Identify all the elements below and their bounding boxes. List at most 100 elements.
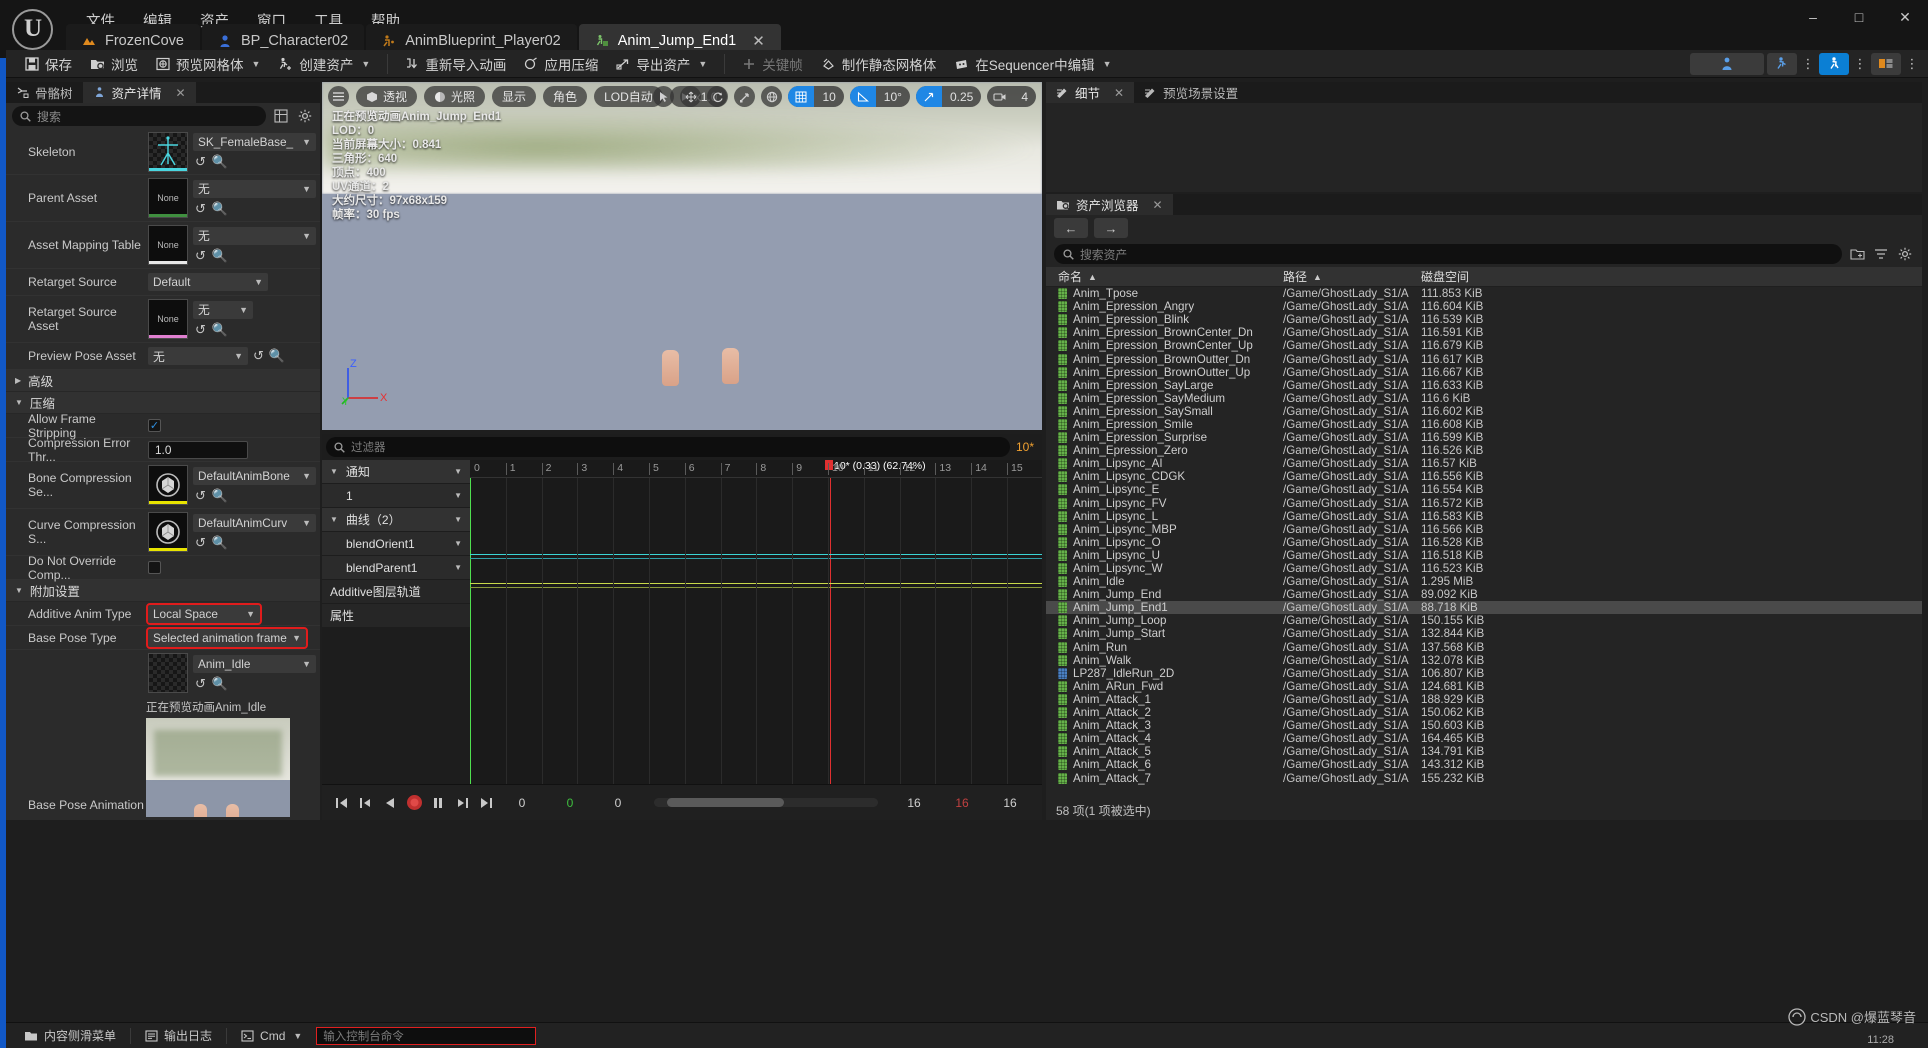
table-row[interactable]: Anim_Attack_7/Game/GhostLady_S1/A 155.232… [1046, 771, 1922, 785]
table-row[interactable]: Anim_Attack_3/Game/GhostLady_S1/A 150.603… [1046, 719, 1922, 732]
close-icon[interactable]: ✕ [176, 86, 186, 100]
animation-viewport[interactable]: 透视 光照 显示 角色 LOD自动 x1.0 10 10° 0.25 4 正在预… [322, 82, 1042, 430]
maximize-button[interactable]: □ [1836, 2, 1882, 32]
track-group-notifies[interactable]: ▼ 通知 ▼ [322, 460, 470, 483]
base-pose-thumbnail[interactable] [148, 653, 188, 693]
playhead-line-start[interactable] [470, 478, 471, 784]
parent-asset-thumbnail[interactable]: None [148, 178, 188, 218]
bone-compression-combo[interactable]: DefaultAnimBone ▼ [193, 466, 316, 485]
timeline-snap-value[interactable]: 10* [1016, 440, 1038, 454]
chevron-down-icon[interactable]: ▼ [454, 491, 462, 500]
close-icon[interactable]: ✕ [1114, 86, 1124, 100]
world-space-button[interactable] [761, 86, 783, 107]
character-toggle-button[interactable] [1690, 52, 1764, 75]
table-row[interactable]: Anim_Idle/Game/GhostLady_S1/A 1.295 MiB [1046, 575, 1922, 588]
step-forward-icon[interactable] [452, 793, 472, 813]
table-row[interactable]: Anim_Epression_SayLarge/Game/GhostLady_S… [1046, 379, 1922, 392]
column-header-path[interactable]: 路径 ▲ [1283, 268, 1421, 285]
browse-icon[interactable]: 🔍 [212, 201, 228, 217]
table-row[interactable]: Anim_Run/Game/GhostLady_S1/A 137.568 KiB [1046, 641, 1922, 654]
skeleton-thumbnail[interactable] [148, 131, 188, 172]
additive-anim-type-combo[interactable]: Local Space ▼ [146, 602, 262, 625]
table-row[interactable]: Anim_Lipsync_AI/Game/GhostLady_S1/A 116.5… [1046, 457, 1922, 470]
table-row[interactable]: Anim_Lipsync_O/Game/GhostLady_S1/A 116.52… [1046, 536, 1922, 549]
minimize-button[interactable]: – [1790, 2, 1836, 32]
content-drawer-button[interactable]: 内容侧滑菜单 [16, 1025, 124, 1046]
track-additive-layer[interactable]: Additive图层轨道 [322, 580, 470, 603]
browse-icon[interactable]: 🔍 [212, 488, 228, 504]
table-row[interactable]: Anim_Attack_6/Game/GhostLady_S1/A 143.312… [1046, 758, 1922, 771]
record-icon[interactable] [404, 793, 424, 813]
close-button[interactable]: ✕ [1882, 2, 1928, 32]
chevron-down-icon[interactable]: ▼ [454, 515, 462, 524]
move-tool-button[interactable] [680, 86, 702, 107]
table-row[interactable]: Anim_Epression_SaySmall/Game/GhostLady_S… [1046, 405, 1922, 418]
browse-icon[interactable]: 🔍 [212, 248, 228, 264]
step-back-icon[interactable] [356, 793, 376, 813]
table-row[interactable]: Anim_Lipsync_U/Game/GhostLady_S1/A 116.51… [1046, 549, 1922, 562]
timeline-filter-input[interactable]: 过滤器 [326, 437, 1010, 457]
play-mode-button[interactable] [1819, 52, 1849, 75]
table-row[interactable]: LP287_IdleRun_2D/Game/GhostLady_S1/A 106.… [1046, 667, 1922, 680]
revert-icon[interactable]: ↺ [195, 201, 206, 217]
section-additive-settings[interactable]: ▼ 附加设置 [6, 580, 320, 602]
track-curve-blendparent1[interactable]: blendParent1 ▼ [322, 556, 470, 579]
table-row[interactable]: Anim_Jump_Loop/Game/GhostLady_S1/A 150.15… [1046, 614, 1922, 627]
revert-icon[interactable]: ↺ [195, 248, 206, 264]
timeline-ruler[interactable]: 10* (0.33) (62.74%) 0 1 2 3 4 5 6 7 8 9 10 11 12 13 14… [470, 460, 1042, 478]
table-view-icon[interactable] [272, 107, 290, 125]
rotate-tool-button[interactable] [707, 86, 729, 107]
compression-error-input[interactable]: 1.0 [148, 440, 248, 459]
apply-compression-button[interactable]: 应用压缩 [515, 51, 607, 77]
table-row[interactable]: Anim_Lipsync_L/Game/GhostLady_S1/A 116.58… [1046, 510, 1922, 523]
section-advanced[interactable]: ▶ 高级 [6, 370, 320, 392]
tab-asset-details[interactable]: 资产详情 ✕ [82, 82, 196, 103]
track-attributes[interactable]: 属性 [322, 604, 470, 627]
browse-icon[interactable]: 🔍 [212, 535, 228, 551]
tab-skeleton-tree[interactable]: 骨骼树 [6, 82, 83, 103]
filter-icon[interactable] [1872, 245, 1890, 263]
table-row[interactable]: Anim_Epression_SayMedium/Game/GhostLady_… [1046, 392, 1922, 405]
table-row[interactable]: Anim_Epression_BrownCenter_Up/Game/Ghost… [1046, 339, 1922, 352]
cmd-selector[interactable]: Cmd ▼ [233, 1027, 310, 1045]
table-row[interactable]: Anim_Tpose/Game/GhostLady_S1/A 111.853 Ki… [1046, 287, 1922, 300]
retarget-source-combo[interactable]: Default ▼ [148, 273, 268, 291]
table-row[interactable]: Anim_Lipsync_CDGK/Game/GhostLady_S1/A 116… [1046, 470, 1922, 483]
do-not-override-checkbox[interactable] [148, 561, 161, 574]
table-row[interactable]: Anim_Lipsync_FV/Game/GhostLady_S1/A 116.5… [1046, 497, 1922, 510]
viewport-lighting-button[interactable]: 光照 [424, 86, 486, 107]
forward-arrow-icon[interactable]: → [1094, 218, 1128, 238]
select-tool-button[interactable] [653, 86, 675, 107]
viewport-show-button[interactable]: 显示 [492, 86, 537, 107]
bone-compression-thumbnail[interactable] [148, 465, 188, 505]
create-asset-button[interactable]: 创建资产 ▼ [269, 51, 379, 77]
table-row[interactable]: Anim_Attack_2/Game/GhostLady_S1/A 150.062… [1046, 706, 1922, 719]
parent-asset-combo[interactable]: 无 ▼ [193, 179, 316, 198]
skeleton-asset-combo[interactable]: SK_FemaleBase_ ▼ [193, 133, 316, 151]
table-row[interactable]: Anim_Epression_Smile/Game/GhostLady_S1/A… [1046, 418, 1922, 431]
pause-icon[interactable] [428, 793, 448, 813]
track-group-curves[interactable]: ▼ 曲线（2） ▼ [322, 508, 470, 531]
timeline-scrollbar[interactable] [654, 798, 878, 807]
settings-icon[interactable] [1896, 245, 1914, 263]
viewport-menu-button[interactable] [328, 86, 349, 107]
table-row[interactable]: Anim_Epression_BrownOutter_Dn/Game/Ghost… [1046, 352, 1922, 366]
revert-icon[interactable]: ↺ [195, 535, 206, 551]
transport-field-current[interactable]: 0 [500, 796, 544, 810]
output-log-button[interactable]: 输出日志 [137, 1025, 220, 1046]
scale-tool-button[interactable] [734, 86, 756, 107]
retarget-source-asset-combo[interactable]: 无 ▼ [193, 300, 253, 319]
layout-toggle-button[interactable] [1871, 52, 1901, 75]
table-row[interactable]: Anim_Jump_End/Game/GhostLady_S1/A 89.092 … [1046, 588, 1922, 601]
skip-end-icon[interactable] [476, 793, 496, 813]
transport-field-start[interactable]: 0 [548, 796, 592, 810]
transport-field-total[interactable]: 16 [988, 796, 1032, 810]
timeline-tracks-area[interactable]: 10* (0.33) (62.74%) 0 1 2 3 4 5 6 7 8 9 10 11 12 13 14… [470, 460, 1042, 784]
close-icon[interactable]: ✕ [1153, 198, 1163, 212]
tab-details[interactable]: 细节 ✕ [1046, 82, 1135, 103]
track-curve-blendorient1[interactable]: blendOrient1 ▼ [322, 532, 470, 555]
chevron-down-icon[interactable]: ▼ [454, 539, 462, 548]
tab-asset-browser[interactable]: 资产浏览器 ✕ [1046, 194, 1173, 215]
playhead-line[interactable] [830, 478, 831, 784]
make-static-mesh-button[interactable]: 制作静态网格体 [812, 51, 946, 77]
